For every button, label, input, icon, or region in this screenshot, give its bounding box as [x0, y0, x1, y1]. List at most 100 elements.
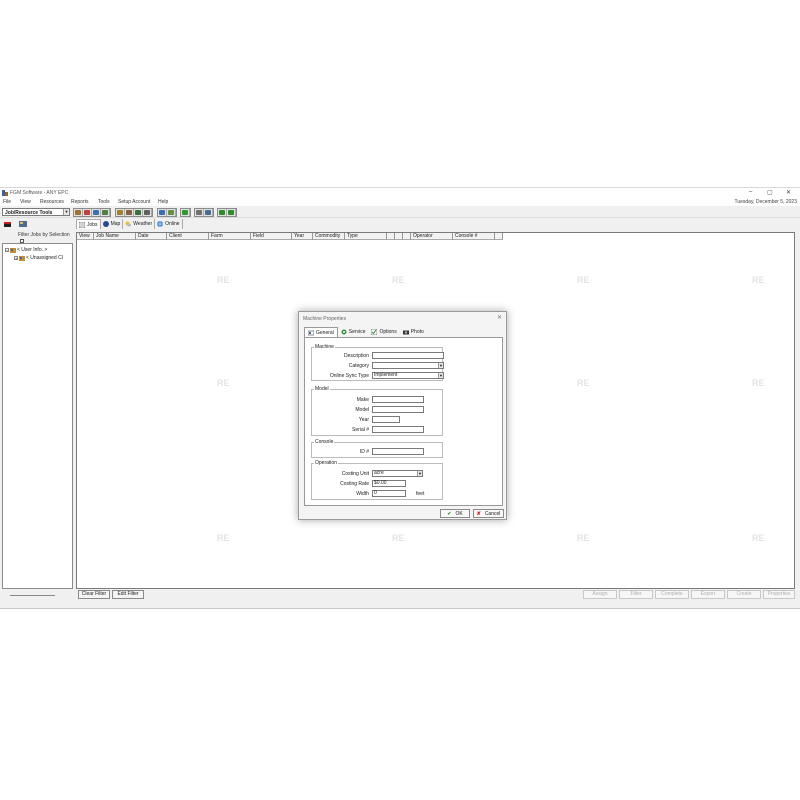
toolbar-button[interactable]: [134, 209, 143, 216]
model-row: Model: [312, 406, 442, 413]
general-icon: [308, 330, 314, 335]
tree-expander[interactable]: +: [14, 256, 18, 261]
toolbar-group-4: [180, 208, 191, 217]
menu-help[interactable]: Help: [158, 199, 168, 205]
year-input[interactable]: [372, 416, 400, 423]
dialog-close-button[interactable]: ✕: [497, 314, 502, 321]
year-row: Year: [312, 416, 442, 423]
filter-button[interactable]: Filter: [619, 590, 653, 599]
column-header-view[interactable]: View: [77, 233, 94, 240]
column-header-client[interactable]: Client: [167, 233, 209, 240]
tree-node-unassigned[interactable]: + < Unassigned Cl: [14, 255, 63, 261]
column-header-field[interactable]: Field: [251, 233, 292, 240]
tab-photo[interactable]: Photo: [400, 327, 427, 337]
cancel-button[interactable]: ✘ Cancel: [473, 509, 504, 518]
watermark: RE: [752, 275, 765, 285]
column-header-console[interactable]: Console #: [453, 233, 495, 240]
chevron-down-icon[interactable]: ▼: [417, 471, 422, 476]
sidebar-scrollbar[interactable]: [10, 595, 55, 596]
category-select[interactable]: ▼: [372, 362, 444, 369]
properties-button[interactable]: Properties: [763, 590, 795, 599]
menu-view[interactable]: View: [20, 199, 31, 205]
cancel-icon: ✘: [476, 510, 481, 517]
column-header-blank[interactable]: [495, 233, 503, 240]
toolbar-button[interactable]: [101, 209, 110, 216]
maximize-button[interactable]: ▢: [767, 189, 773, 196]
group-title: Machine: [314, 344, 335, 350]
chevron-down-icon[interactable]: ▼: [63, 209, 69, 215]
menu-resources[interactable]: Resources: [40, 199, 64, 205]
toolbar-button[interactable]: [116, 209, 125, 216]
menu-file[interactable]: File: [3, 199, 11, 205]
watermark: RE: [752, 378, 765, 388]
width-row: Width 0 feet: [312, 490, 442, 497]
sidebar-tree-button[interactable]: [18, 220, 28, 228]
tab-service[interactable]: Service: [338, 327, 369, 337]
sidebar: Filter Jobs by Selection − < User Info. …: [2, 219, 73, 603]
minimize-button[interactable]: –: [749, 189, 752, 195]
console-group: Console ID #: [311, 439, 443, 458]
toolbar-button[interactable]: [218, 209, 227, 216]
toolbar-button[interactable]: [143, 209, 152, 216]
edit-filter-button[interactable]: Edit Filter: [112, 590, 144, 599]
toolbar-button[interactable]: [83, 209, 92, 216]
tree-node-user-info[interactable]: − < User Info. >: [5, 247, 47, 253]
column-header-farm[interactable]: Farm: [209, 233, 251, 240]
column-header-type[interactable]: Type: [345, 233, 387, 240]
column-header-year[interactable]: Year: [292, 233, 313, 240]
toolbar-button[interactable]: [195, 209, 204, 216]
chevron-down-icon[interactable]: ▼: [438, 363, 443, 368]
close-button[interactable]: ✕: [786, 189, 791, 196]
sidebar-flag-button[interactable]: [2, 220, 12, 228]
console-id-input[interactable]: [372, 448, 424, 455]
toolbar-button[interactable]: [158, 209, 167, 216]
toolbar-button[interactable]: [92, 209, 101, 216]
tab-jobs[interactable]: Jobs: [76, 219, 101, 229]
sync-type-select[interactable]: Implement ▼: [372, 372, 444, 379]
tree-expander[interactable]: −: [5, 248, 9, 253]
tab-general[interactable]: General: [304, 327, 338, 337]
description-input[interactable]: [372, 352, 444, 359]
serial-input[interactable]: [372, 426, 424, 433]
chevron-down-icon[interactable]: ▼: [438, 373, 443, 378]
menu-setup-account[interactable]: Setup Account: [118, 199, 150, 205]
dialog-title: Machine Properties: [303, 316, 347, 322]
toolbar-button[interactable]: [181, 209, 190, 216]
column-header-blank[interactable]: [395, 233, 403, 240]
toolbar-button[interactable]: [227, 209, 236, 216]
toolbar-button[interactable]: [74, 209, 83, 216]
export-button[interactable]: Export: [691, 590, 725, 599]
column-header-blank[interactable]: [387, 233, 395, 240]
menu-reports[interactable]: Reports: [71, 199, 89, 205]
online-icon: [157, 221, 164, 227]
menu-tools[interactable]: Tools: [98, 199, 110, 205]
column-header-job-name[interactable]: Job Name: [94, 233, 136, 240]
column-header-blank[interactable]: [403, 233, 411, 240]
group-title: Operation: [314, 460, 338, 466]
clear-filter-button[interactable]: Clear Filter: [78, 590, 110, 599]
user-group-icon: [19, 255, 25, 261]
resource-tree: − < User Info. > + < Unassigned Cl: [2, 243, 73, 589]
column-header-date[interactable]: Date: [136, 233, 167, 240]
costing-rate-input[interactable]: $0.00: [372, 480, 406, 487]
tab-map[interactable]: Map: [101, 219, 124, 229]
column-header-operator[interactable]: Operator: [411, 233, 453, 240]
model-input[interactable]: [372, 406, 424, 413]
tab-online[interactable]: Online: [155, 219, 183, 229]
assign-button[interactable]: Assign: [583, 590, 617, 599]
toolbar-button[interactable]: [125, 209, 134, 216]
tab-options[interactable]: Options: [368, 327, 399, 337]
create-button[interactable]: Create: [727, 590, 761, 599]
tab-weather[interactable]: Weather: [123, 219, 156, 229]
make-input[interactable]: [372, 396, 424, 403]
width-input[interactable]: 0: [372, 490, 406, 497]
complete-button[interactable]: Complete: [655, 590, 689, 599]
column-header-commodity[interactable]: Commodity: [313, 233, 345, 240]
ok-label: OK: [455, 510, 463, 517]
toolbar-button[interactable]: [167, 209, 176, 216]
watermark: RE: [217, 378, 230, 388]
tools-combo[interactable]: Job/Resource Tools ▼: [2, 208, 70, 216]
costing-unit-select[interactable]: acre ▼: [372, 470, 423, 477]
ok-button[interactable]: ✔ OK: [440, 509, 470, 518]
toolbar-button[interactable]: [204, 209, 213, 216]
